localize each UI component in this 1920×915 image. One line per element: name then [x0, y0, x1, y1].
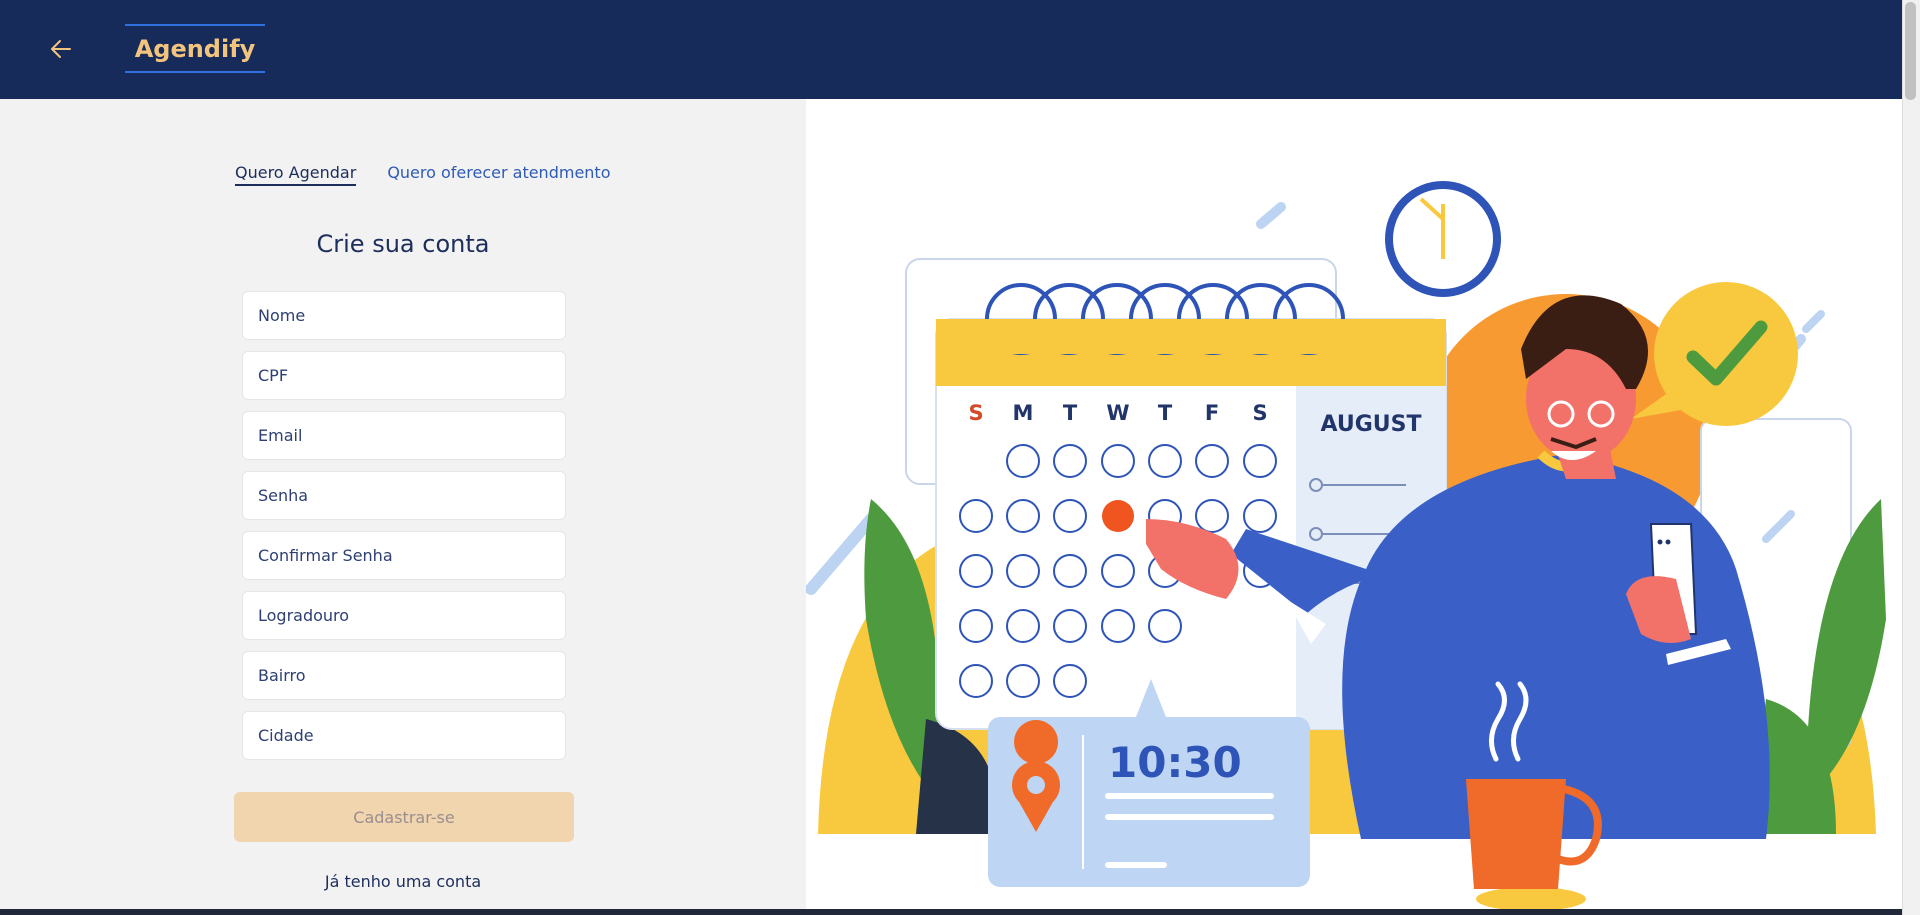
account-type-tabs: Quero Agendar Quero oferecer atendmento: [235, 163, 610, 186]
arrow-left-icon: [51, 40, 71, 58]
weekday-thursday: T: [1158, 401, 1173, 425]
street-field[interactable]: [242, 591, 566, 640]
page-title: Crie sua conta: [316, 230, 490, 258]
weekday-sunday: S: [968, 401, 983, 425]
weekday-friday: F: [1205, 401, 1219, 425]
neighborhood-field[interactable]: [242, 651, 566, 700]
scheduling-illustration: S M T W T F S AUGUST 10:30: [806, 181, 1886, 909]
email-field[interactable]: [242, 411, 566, 460]
weekday-monday: M: [1013, 401, 1034, 425]
weekday-tuesday: T: [1063, 401, 1078, 425]
top-navbar: Agendify: [0, 0, 1902, 99]
login-link[interactable]: Já tenho uma conta: [0, 872, 806, 891]
password-field[interactable]: [242, 471, 566, 520]
signup-button[interactable]: Cadastrar-se: [234, 792, 574, 842]
confirm-password-field[interactable]: [242, 531, 566, 580]
weekday-saturday: S: [1252, 401, 1267, 425]
name-field[interactable]: [242, 291, 566, 340]
back-button[interactable]: [44, 32, 78, 66]
signup-panel: Quero Agendar Quero oferecer atendmento …: [0, 99, 806, 915]
scrollbar-track[interactable]: [1902, 0, 1920, 915]
tab-quero-agendar[interactable]: Quero Agendar: [235, 163, 357, 186]
city-field[interactable]: [242, 711, 566, 760]
calendar-month: AUGUST: [1321, 412, 1422, 437]
cpf-field[interactable]: [242, 351, 566, 400]
appointment-time: 10:30: [1108, 738, 1242, 787]
brand-logo[interactable]: Agendify: [125, 24, 265, 73]
weekday-wednesday: W: [1106, 401, 1129, 425]
hero-illustration: S M T W T F S AUGUST 10:30: [806, 99, 1902, 909]
scrollbar-thumb[interactable]: [1905, 2, 1916, 100]
tab-quero-oferecer[interactable]: Quero oferecer atendmento: [387, 163, 610, 186]
window-bottom-edge: [0, 909, 1902, 915]
